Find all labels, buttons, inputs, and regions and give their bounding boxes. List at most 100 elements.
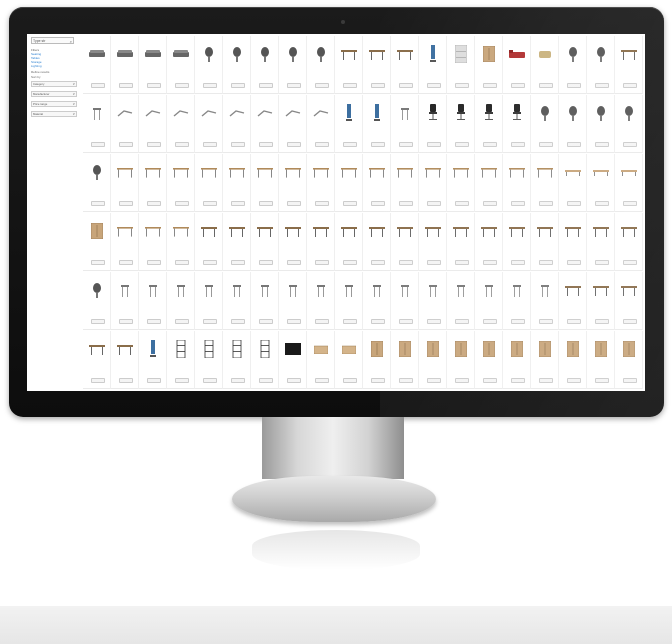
product-card[interactable]: [587, 331, 615, 389]
product-card[interactable]: [251, 213, 279, 271]
product-card[interactable]: [363, 95, 391, 153]
product-card[interactable]: [335, 36, 363, 94]
product-thumbnail[interactable]: [117, 281, 133, 299]
add-button[interactable]: [595, 201, 609, 206]
product-thumbnail[interactable]: [285, 340, 301, 358]
product-card[interactable]: [251, 272, 279, 330]
product-thumbnail[interactable]: [145, 222, 161, 240]
product-thumbnail[interactable]: [145, 104, 161, 122]
add-button[interactable]: [567, 83, 581, 88]
add-button[interactable]: [287, 83, 301, 88]
add-button[interactable]: [371, 378, 385, 383]
product-card[interactable]: [195, 272, 223, 330]
product-card[interactable]: [279, 213, 307, 271]
product-card[interactable]: [83, 36, 111, 94]
product-card[interactable]: [391, 154, 419, 212]
add-button[interactable]: [483, 260, 497, 265]
product-thumbnail[interactable]: [453, 104, 469, 122]
add-button[interactable]: [119, 319, 133, 324]
add-button[interactable]: [595, 319, 609, 324]
product-thumbnail[interactable]: [341, 281, 357, 299]
product-card[interactable]: [475, 95, 503, 153]
product-thumbnail[interactable]: [621, 104, 637, 122]
add-button[interactable]: [91, 83, 105, 88]
product-card[interactable]: [167, 272, 195, 330]
product-thumbnail[interactable]: [285, 104, 301, 122]
add-button[interactable]: [147, 201, 161, 206]
product-card[interactable]: [503, 36, 531, 94]
add-button[interactable]: [315, 378, 329, 383]
product-card[interactable]: [559, 154, 587, 212]
add-button[interactable]: [259, 319, 273, 324]
add-button[interactable]: [399, 319, 413, 324]
product-thumbnail[interactable]: [453, 163, 469, 181]
add-button[interactable]: [427, 319, 441, 324]
product-card[interactable]: [559, 272, 587, 330]
product-card[interactable]: [251, 95, 279, 153]
product-card[interactable]: [83, 95, 111, 153]
add-button[interactable]: [315, 260, 329, 265]
add-button[interactable]: [315, 319, 329, 324]
product-card[interactable]: [223, 95, 251, 153]
product-thumbnail[interactable]: [397, 281, 413, 299]
add-button[interactable]: [203, 83, 217, 88]
product-thumbnail[interactable]: [341, 45, 357, 63]
add-button[interactable]: [567, 378, 581, 383]
product-thumbnail[interactable]: [565, 340, 581, 358]
product-thumbnail[interactable]: [621, 222, 637, 240]
add-button[interactable]: [399, 260, 413, 265]
product-card[interactable]: [139, 213, 167, 271]
add-button[interactable]: [259, 83, 273, 88]
add-button[interactable]: [175, 319, 189, 324]
add-button[interactable]: [539, 378, 553, 383]
product-thumbnail[interactable]: [341, 163, 357, 181]
product-thumbnail[interactable]: [425, 104, 441, 122]
product-thumbnail[interactable]: [257, 104, 273, 122]
product-card[interactable]: [307, 95, 335, 153]
product-card[interactable]: [615, 36, 643, 94]
product-card[interactable]: [111, 272, 139, 330]
product-card[interactable]: [419, 36, 447, 94]
product-thumbnail[interactable]: [509, 340, 525, 358]
product-thumbnail[interactable]: [89, 340, 105, 358]
add-button[interactable]: [483, 142, 497, 147]
add-button[interactable]: [343, 260, 357, 265]
product-thumbnail[interactable]: [397, 163, 413, 181]
add-button[interactable]: [231, 201, 245, 206]
product-card[interactable]: [615, 272, 643, 330]
add-button[interactable]: [567, 260, 581, 265]
add-button[interactable]: [259, 260, 273, 265]
add-button[interactable]: [399, 83, 413, 88]
product-card[interactable]: [83, 331, 111, 389]
product-card[interactable]: [335, 95, 363, 153]
add-button[interactable]: [175, 83, 189, 88]
add-button[interactable]: [511, 378, 525, 383]
add-button[interactable]: [203, 378, 217, 383]
product-thumbnail[interactable]: [257, 340, 273, 358]
product-thumbnail[interactable]: [397, 340, 413, 358]
product-card[interactable]: [615, 213, 643, 271]
add-button[interactable]: [427, 201, 441, 206]
product-card[interactable]: [223, 154, 251, 212]
product-card[interactable]: [419, 213, 447, 271]
product-thumbnail[interactable]: [285, 45, 301, 63]
product-card[interactable]: [139, 95, 167, 153]
product-thumbnail[interactable]: [565, 163, 581, 181]
product-card[interactable]: [447, 36, 475, 94]
product-thumbnail[interactable]: [341, 222, 357, 240]
add-button[interactable]: [455, 142, 469, 147]
add-button[interactable]: [119, 201, 133, 206]
product-card[interactable]: [111, 36, 139, 94]
product-thumbnail[interactable]: [509, 104, 525, 122]
product-thumbnail[interactable]: [145, 281, 161, 299]
product-thumbnail[interactable]: [537, 222, 553, 240]
search-input[interactable]: Type str ⌕: [31, 37, 74, 44]
product-thumbnail[interactable]: [537, 163, 553, 181]
product-thumbnail[interactable]: [229, 45, 245, 63]
product-thumbnail[interactable]: [593, 104, 609, 122]
product-card[interactable]: [139, 331, 167, 389]
product-thumbnail[interactable]: [425, 45, 441, 63]
product-thumbnail[interactable]: [369, 104, 385, 122]
product-card[interactable]: [223, 213, 251, 271]
add-button[interactable]: [147, 83, 161, 88]
